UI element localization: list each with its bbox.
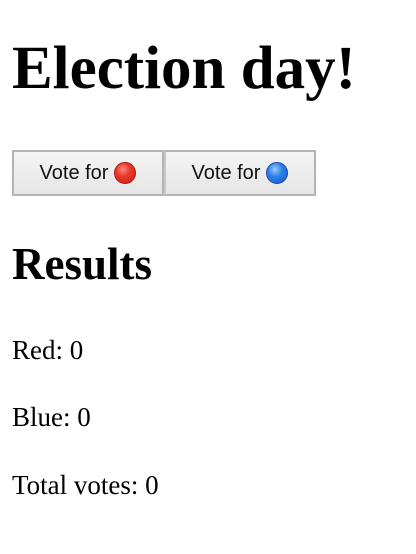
result-blue: Blue: 0 (12, 402, 91, 432)
vote-red-button[interactable]: Vote for (12, 150, 164, 196)
result-total-votes: Total votes: 0 (12, 470, 159, 500)
results-heading: Results (12, 239, 153, 289)
red-circle-icon (114, 162, 137, 184)
vote-blue-button-label: Vote for (191, 161, 261, 184)
blue-circle-icon (266, 162, 289, 184)
vote-blue-button[interactable]: Vote for (164, 150, 316, 196)
vote-red-button-label: Vote for (39, 161, 109, 184)
vote-buttons: Vote for Vote for (12, 150, 316, 196)
page-title: Election day! (12, 35, 356, 102)
result-red: Red: 0 (12, 335, 84, 365)
